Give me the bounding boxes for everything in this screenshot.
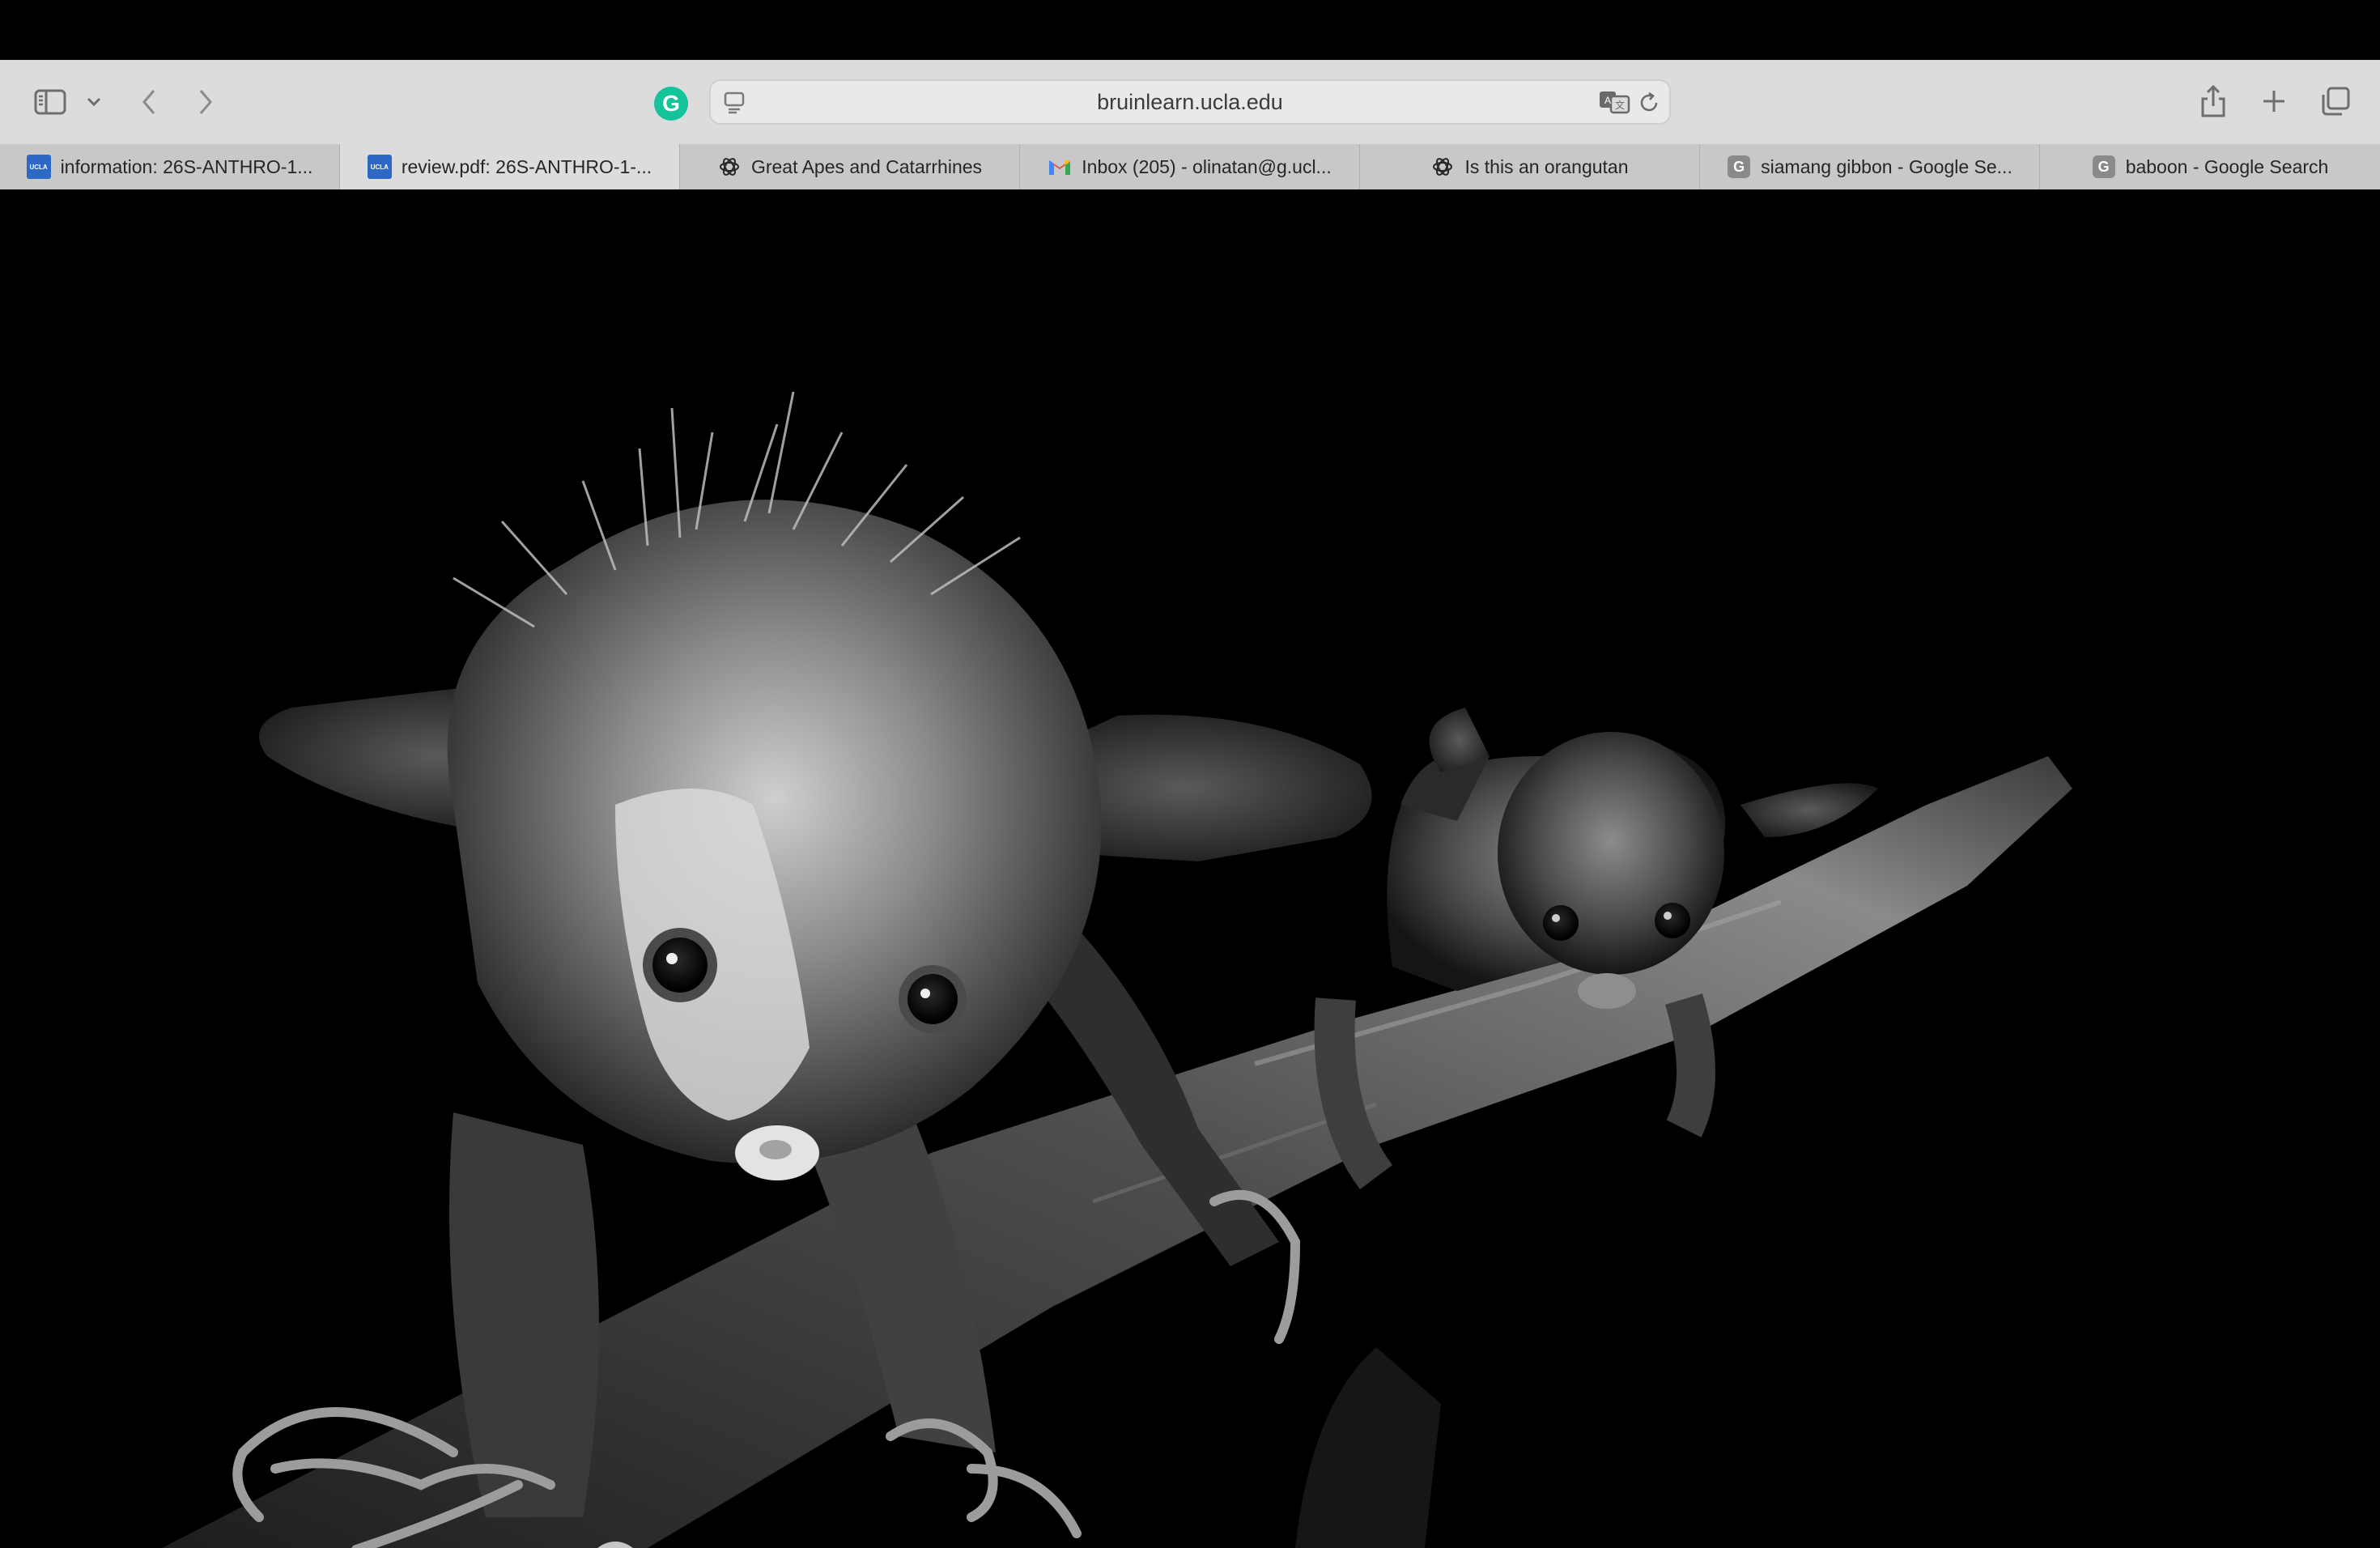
ucla-logo-icon: UCLA (26, 155, 51, 179)
translate-icon[interactable]: A文 (1598, 88, 1630, 116)
grammarly-extension-icon[interactable]: G (654, 87, 688, 121)
plus-icon (2263, 91, 2284, 112)
chatgpt-icon (1430, 155, 1455, 179)
tab-baboon[interactable]: G baboon - Google Search (2040, 144, 2380, 189)
svg-text:A: A (1604, 95, 1611, 106)
tab-information-anthro[interactable]: UCLA information: 26S-ANTHRO-1... (0, 144, 340, 189)
new-tab-button[interactable] (2257, 83, 2291, 120)
ucla-logo-icon: UCLA (367, 155, 392, 179)
tab-gmail-inbox[interactable]: Inbox (205) - olinatan@g.ucl... (1020, 144, 1360, 189)
svg-text:文: 文 (1615, 99, 1625, 111)
chevron-down-icon (87, 97, 101, 107)
grammarly-label: G (662, 91, 680, 116)
tabs-overview-icon (2322, 87, 2350, 116)
address-bar[interactable]: bruinlearn.ucla.edu A文 (709, 79, 1671, 125)
aye-aye-photo (0, 189, 2380, 1548)
tab-title: baboon - Google Search (2125, 155, 2329, 177)
tab-bar: UCLA information: 26S-ANTHRO-1... UCLA r… (0, 144, 2380, 190)
google-icon: G (2092, 155, 2116, 179)
chevron-right-icon (199, 90, 212, 114)
tab-title: Great Apes and Catarrhines (750, 155, 983, 177)
menubar-strip (0, 0, 2380, 60)
tab-orangutan[interactable]: Is this an orangutan (1360, 144, 1700, 189)
sidebar-toggle-button[interactable] (29, 84, 71, 120)
chatgpt-icon (717, 155, 742, 179)
share-icon (2201, 84, 2225, 117)
share-button[interactable] (2195, 81, 2231, 121)
browser-toolbar: G bruinlearn.ucla.edu A文 (0, 60, 2380, 145)
tab-great-apes[interactable]: Great Apes and Catarrhines (680, 144, 1020, 189)
tab-siamang-gibbon[interactable]: G siamang gibbon - Google Se... (1700, 144, 2040, 189)
chevron-left-icon (142, 90, 155, 114)
gmail-icon (1048, 155, 1072, 179)
tab-title: review.pdf: 26S-ANTHRO-1-... (401, 155, 652, 177)
url-text[interactable]: bruinlearn.ucla.edu (711, 81, 1669, 123)
page-content (0, 189, 2380, 1548)
tab-title: information: 26S-ANTHRO-1... (60, 155, 313, 177)
tab-title: Is this an orangutan (1464, 155, 1629, 177)
tab-title: siamang gibbon - Google Se... (1761, 155, 2012, 177)
forward-button[interactable] (191, 84, 220, 120)
google-icon: G (1727, 155, 1751, 179)
tab-review-pdf[interactable]: UCLA review.pdf: 26S-ANTHRO-1-... (340, 144, 680, 189)
sidebar-icon (34, 89, 66, 115)
tab-title: Inbox (205) - olinatan@g.ucl... (1082, 155, 1332, 177)
tab-group-menu-button[interactable] (83, 87, 105, 117)
tab-overview-button[interactable] (2317, 83, 2354, 120)
reload-icon[interactable] (1637, 91, 1661, 115)
back-button[interactable] (134, 84, 164, 120)
